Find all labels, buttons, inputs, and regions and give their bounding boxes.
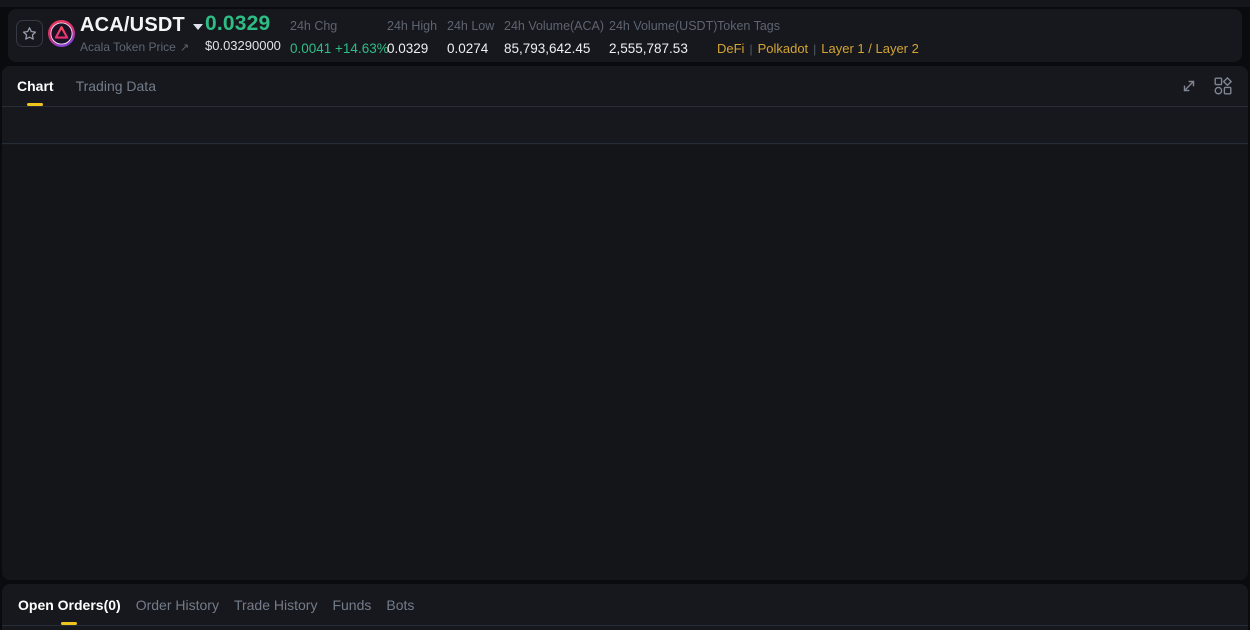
stat-label: 24h Volume(USDT) [609,19,718,33]
stat-value: 0.0041 +14.63% [290,41,389,56]
last-price: 0.0329 [205,12,271,35]
tab-bots[interactable]: Bots [386,584,414,625]
top-nav-edge [0,0,1250,7]
chart-tabbar: Chart Trading Data [2,66,1248,107]
external-link-icon: ↗ [179,41,190,54]
chart-section: Chart Trading Data [2,66,1248,580]
stat-value: 0.0274 [447,41,489,56]
stat-24h-high: 24h High 0.0329 [387,9,437,56]
tab-funds[interactable]: Funds [332,584,371,625]
stat-label: 24h High [387,19,438,33]
stat-label: 24h Volume(ACA) [504,19,605,33]
favorite-button[interactable] [16,20,43,47]
tab-label: Funds [332,596,372,613]
stat-24h-volume-base: 24h Volume(ACA) 85,793,642.45 [504,9,604,56]
token-logo-icon [48,20,75,47]
orders-tabbar: Open Orders(0) Order History Trade Histo… [2,584,1248,626]
token-tags-label: Token Tags [717,19,781,33]
star-icon [22,27,37,40]
tag-defi[interactable]: DeFi [717,41,744,56]
token-tags-block: Token Tags DeFi | Polkadot | Layer 1 / Layer… [717,9,919,56]
tab-label: Trading Data [75,78,156,94]
expand-diagonal-icon [1183,80,1195,92]
tab-label: Open Orders(0) [18,596,121,613]
layout-widgets-button[interactable] [1214,77,1232,95]
stat-value: 85,793,642.45 [504,41,591,56]
pair-name: ACA/USDT [80,14,185,36]
pair-selector[interactable]: ACA/USDT [80,14,203,37]
token-price-link[interactable]: Acala Token Price ↗ [80,40,203,54]
tab-trading-data[interactable]: Trading Data [76,66,156,106]
tab-label: Order History [135,596,219,613]
tag-layer[interactable]: Layer 1 / Layer 2 [821,41,919,56]
orders-section: Open Orders(0) Order History Trade Histo… [2,584,1248,630]
chevron-down-icon [192,23,203,30]
chart-area[interactable] [2,145,1248,580]
active-tab-indicator [27,103,44,106]
token-price-label: Acala Token Price [80,40,176,54]
stat-24h-low: 24h Low 0.0274 [447,9,494,56]
stat-24h-volume-quote: 24h Volume(USDT) 2,555,787.53 [609,9,717,56]
tab-chart[interactable]: Chart [17,66,54,106]
stat-label: 24h Chg [290,19,338,33]
tab-label: Bots [386,596,415,613]
tab-label: Chart [17,78,54,94]
stat-label: 24h Low [447,19,495,33]
expand-chart-button[interactable] [1181,78,1197,94]
tag-separator: | [813,42,817,56]
tag-separator: | [749,42,753,56]
chart-toolbar-strip [2,107,1248,144]
stat-value: 2,555,787.53 [609,41,688,56]
fiat-price: $0.03290000 [205,38,281,53]
tab-trade-history[interactable]: Trade History [234,584,318,625]
tab-label: Trade History [233,596,318,613]
pair-header: ACA/USDT Acala Token Price ↗ 0.0329 $0.0… [8,9,1242,62]
stat-value: 0.0329 [387,41,429,56]
active-tab-indicator [61,622,78,625]
stat-24h-change: 24h Chg 0.0041 +14.63% [290,9,389,56]
orders-list-area [2,626,1248,630]
tab-open-orders[interactable]: Open Orders(0) [18,584,121,625]
tag-polkadot[interactable]: Polkadot [758,41,809,56]
widgets-grid-icon [1214,77,1232,95]
last-price-block: 0.0329 $0.03290000 [205,9,281,53]
tab-order-history[interactable]: Order History [136,584,219,625]
